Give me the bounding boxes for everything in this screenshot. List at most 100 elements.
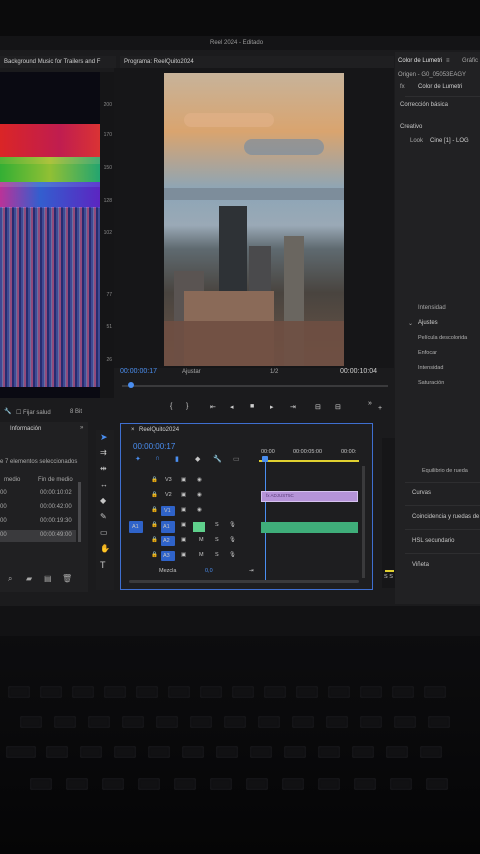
close-icon[interactable]: × xyxy=(131,427,135,433)
settings-wrench-icon[interactable]: 🔧 xyxy=(213,455,222,463)
eye-icon[interactable]: ◉ xyxy=(197,507,202,513)
add-marker-icon[interactable]: ▮ xyxy=(175,455,179,463)
mix-value[interactable]: 0,0 xyxy=(205,568,213,574)
more-controls-icon[interactable]: » xyxy=(368,400,372,407)
settings-header[interactable]: Ajustes xyxy=(418,320,438,326)
trash-icon[interactable]: 🗑 xyxy=(62,574,72,583)
folder-icon[interactable]: ▰ xyxy=(26,574,32,583)
panel-menu-icon[interactable]: » xyxy=(80,425,83,431)
snap-icon[interactable]: ✦ xyxy=(135,455,141,463)
mic-icon[interactable]: 🎙 xyxy=(229,522,236,528)
lumetri-source[interactable]: Origen - G0_05053EAGY xyxy=(398,72,466,78)
marker-icon[interactable]: ◆ xyxy=(195,455,200,463)
sync-icon[interactable]: ▣ xyxy=(181,477,186,483)
lock-icon[interactable]: 🔒 xyxy=(151,477,158,483)
sequence-tab[interactable]: ReelQuito2024 xyxy=(139,427,179,433)
linked-selection-icon[interactable]: ∩ xyxy=(155,455,160,462)
lift-icon[interactable]: ⊟ xyxy=(315,403,321,411)
info-scrollbar[interactable] xyxy=(78,482,81,542)
wrench-icon[interactable]: 🔧 xyxy=(4,408,11,415)
lock-icon[interactable]: 🔒 xyxy=(151,537,158,543)
mark-out-icon[interactable]: } xyxy=(186,403,188,410)
pen-tool-icon[interactable]: ✎ xyxy=(100,512,107,521)
sync-icon[interactable]: ▣ xyxy=(181,492,186,498)
captions-icon[interactable]: ▭ xyxy=(233,455,240,463)
wheel-balance-label[interactable]: Equilibrio de rueda xyxy=(422,468,468,474)
program-timecode[interactable]: 00:00:00:17 xyxy=(120,368,180,375)
playhead-icon[interactable] xyxy=(128,382,134,388)
solo-button[interactable]: S xyxy=(215,552,219,558)
sync-icon[interactable]: ▣ xyxy=(181,537,186,543)
info-title[interactable]: Información xyxy=(10,426,41,432)
step-back-icon[interactable]: ◂ xyxy=(230,403,234,411)
timeline-timecode[interactable]: 00:00:00:17 xyxy=(133,442,175,451)
go-to-out-icon[interactable]: ⇥ xyxy=(290,403,296,411)
rectangle-tool-icon[interactable]: ▭ xyxy=(100,528,108,537)
section-color-match[interactable]: Coincidencia y ruedas de xyxy=(412,514,479,520)
setting-intensity[interactable]: Intensidad xyxy=(418,365,443,371)
setting-saturation[interactable]: Saturación xyxy=(418,380,444,386)
look-dropdown[interactable]: Cine [1] - LOG xyxy=(430,138,469,144)
mute-button[interactable]: M xyxy=(199,552,204,558)
sync-icon[interactable]: ▣ xyxy=(181,522,186,528)
fijar-checkbox[interactable]: ☐ Fijar salud xyxy=(16,409,51,416)
mute-button[interactable] xyxy=(193,522,205,532)
lock-icon[interactable]: 🔒 xyxy=(151,552,158,558)
go-to-in-icon[interactable]: ⇤ xyxy=(210,403,216,411)
sync-icon[interactable]: ▣ xyxy=(181,507,186,513)
lumetri-tab[interactable]: Color de Lumetri xyxy=(398,58,442,64)
mic-icon[interactable]: 🎙 xyxy=(229,552,236,558)
add-button-icon[interactable]: + xyxy=(378,405,382,412)
track-a2-target[interactable]: A2 xyxy=(161,536,175,546)
resolution-select[interactable]: 1/2 xyxy=(270,369,278,375)
new-item-icon[interactable]: ▤ xyxy=(44,574,52,583)
sync-icon[interactable]: ▣ xyxy=(181,552,186,558)
mic-icon[interactable]: 🎙 xyxy=(229,537,236,543)
timeline-hscroll[interactable] xyxy=(129,580,359,583)
lock-icon[interactable]: 🔒 xyxy=(151,522,158,528)
solo-button[interactable]: S xyxy=(215,537,219,543)
audio-clip[interactable] xyxy=(261,522,358,533)
timeline-vscroll[interactable] xyxy=(362,466,365,578)
step-forward-icon[interactable]: ▸ xyxy=(270,403,274,411)
lock-icon[interactable]: 🔒 xyxy=(151,492,158,498)
hand-tool-icon[interactable]: ✋ xyxy=(100,544,110,553)
section-vignette[interactable]: Viñeta xyxy=(412,562,429,568)
mute-button[interactable]: M xyxy=(199,537,204,543)
setting-faded-film[interactable]: Película descolorida xyxy=(418,335,467,341)
program-scrubber[interactable] xyxy=(122,385,388,387)
section-creative[interactable]: Creativo xyxy=(400,124,422,130)
adjustment-clip[interactable]: fx ADJUST5C xyxy=(261,491,358,502)
source-panel-title[interactable]: Background Music for Trailers and F xyxy=(4,59,100,65)
effect-name[interactable]: Color de Lumetri xyxy=(418,84,462,90)
eye-icon[interactable]: ◉ xyxy=(197,477,202,483)
track-a1-target[interactable]: A1 xyxy=(161,521,175,533)
work-area-bar[interactable] xyxy=(259,460,359,462)
zoom-select[interactable]: Ajustar xyxy=(182,369,201,375)
lock-icon[interactable]: 🔒 xyxy=(151,507,158,513)
program-title[interactable]: Programa: ReelQuito2024 xyxy=(124,59,194,65)
meter-solo-label[interactable]: S S xyxy=(384,574,393,580)
razor-tool-icon[interactable]: ◆ xyxy=(100,496,106,505)
ripple-tool-icon[interactable]: ⇹ xyxy=(100,464,107,473)
extract-icon[interactable]: ⊟ xyxy=(335,403,341,411)
track-select-icon[interactable]: ⇉ xyxy=(100,448,107,457)
track-v1-target[interactable]: V1 xyxy=(161,506,175,516)
slip-tool-icon[interactable]: ↔ xyxy=(100,480,108,489)
stop-icon[interactable]: ■ xyxy=(250,403,254,410)
graphics-tab[interactable]: Gráfic xyxy=(462,58,478,64)
setting-sharpen[interactable]: Enfocar xyxy=(418,350,437,356)
panel-menu-icon[interactable]: ≡ xyxy=(446,58,450,64)
search-icon[interactable]: ⌕ xyxy=(8,574,12,584)
eye-icon[interactable]: ◉ xyxy=(197,492,202,498)
mark-in-icon[interactable]: { xyxy=(170,403,172,410)
track-a3-target[interactable]: A3 xyxy=(161,551,175,561)
solo-button[interactable]: S xyxy=(215,522,219,528)
bit-depth-select[interactable]: 8 Bit xyxy=(70,409,82,415)
selection-tool-icon[interactable]: ➤ xyxy=(100,432,108,443)
section-basic[interactable]: Corrección básica xyxy=(400,102,448,108)
type-tool-icon[interactable]: T xyxy=(100,560,106,570)
section-curves[interactable]: Curvas xyxy=(412,490,431,496)
section-hsl[interactable]: HSL secundario xyxy=(412,538,454,544)
chevron-down-icon[interactable]: ⌄ xyxy=(408,320,413,327)
